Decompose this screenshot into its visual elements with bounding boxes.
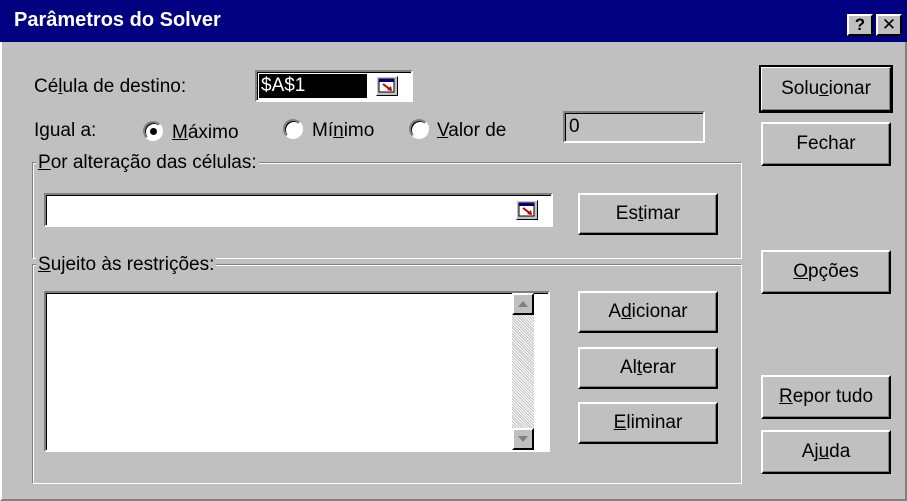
dialog-title: Parâmetros do Solver	[14, 9, 221, 31]
value-of-value: 0	[569, 116, 580, 137]
minimum-label[interactable]: Mínimo	[312, 120, 374, 142]
constraints-label: Sujeito às restrições:	[36, 254, 217, 276]
delete-button[interactable]: Eliminar	[578, 402, 718, 444]
target-cell-value: $A$1	[259, 74, 367, 98]
value-of-radio[interactable]	[409, 119, 429, 139]
equal-to-label: Igual a:	[34, 120, 97, 141]
target-cell-label: Célula de destino:	[34, 76, 187, 97]
change-button[interactable]: Alterar	[578, 347, 718, 389]
guess-button[interactable]: Estimar	[578, 193, 718, 235]
value-of-field[interactable]: 0	[563, 111, 705, 143]
collapse-dialog-icon[interactable]	[516, 200, 538, 220]
value-of-label[interactable]: Valor de	[437, 120, 506, 142]
maximum-label[interactable]: Máximo	[172, 122, 239, 144]
close-icon[interactable]: ✕	[876, 14, 902, 36]
title-bar: Parâmetros do Solver ? ✕	[0, 0, 907, 42]
target-cell-field[interactable]: $A$1	[255, 70, 413, 102]
options-button[interactable]: Opções	[761, 250, 891, 294]
solve-button[interactable]: Solucionar	[759, 65, 893, 113]
scroll-up-icon[interactable]	[512, 293, 534, 315]
maximum-radio[interactable]	[143, 121, 163, 141]
minimum-radio[interactable]	[283, 119, 303, 139]
constraints-list[interactable]	[44, 291, 550, 452]
changing-cells-label: Por alteração das células:	[36, 152, 259, 174]
help-icon[interactable]: ?	[847, 14, 873, 36]
close-button[interactable]: Fechar	[761, 122, 891, 166]
add-button[interactable]: Adicionar	[578, 291, 718, 333]
reset-all-button[interactable]: Repor tudo	[761, 375, 891, 419]
radio-selected-dot	[150, 128, 157, 135]
scroll-down-icon[interactable]	[512, 428, 534, 450]
help-button[interactable]: Ajuda	[761, 430, 891, 474]
changing-cells-input[interactable]	[44, 193, 553, 227]
collapse-dialog-icon[interactable]	[376, 76, 398, 96]
